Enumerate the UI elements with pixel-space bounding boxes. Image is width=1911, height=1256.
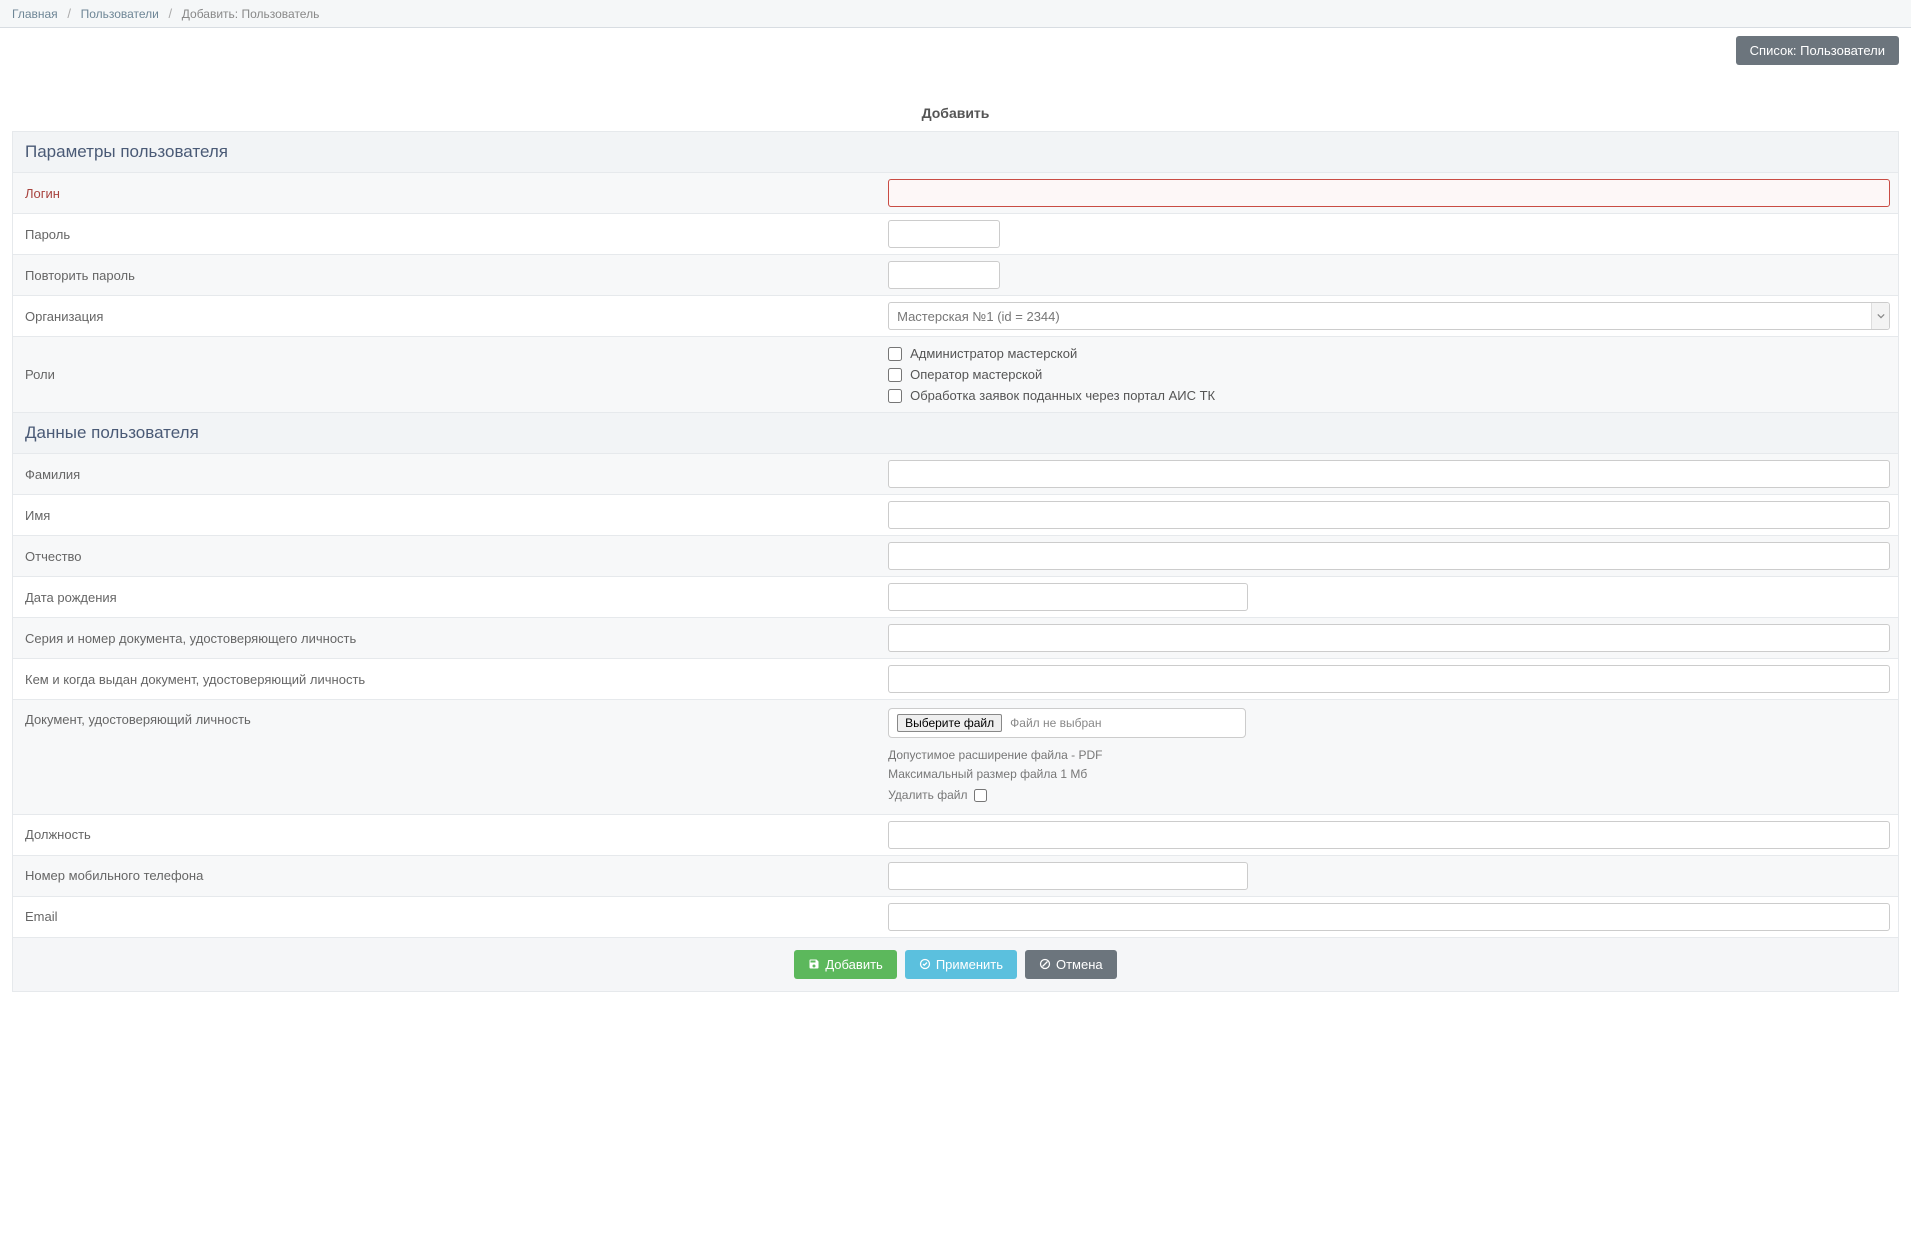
mobile-input[interactable] [888, 862, 1248, 890]
doc-series-input[interactable] [888, 624, 1890, 652]
apply-button-label: Применить [936, 957, 1003, 972]
check-circle-icon [919, 958, 931, 970]
role-admin-checkbox[interactable] [888, 347, 902, 361]
cancel-icon [1039, 958, 1051, 970]
section-user-params-header: Параметры пользователя [12, 131, 1899, 173]
breadcrumb-home[interactable]: Главная [12, 7, 58, 21]
organization-select[interactable]: Мастерская №1 (id = 2344) [888, 302, 1890, 330]
label-position: Должность [13, 818, 880, 851]
login-input[interactable] [888, 179, 1890, 207]
save-icon [808, 958, 820, 970]
label-login: Логин [13, 177, 880, 210]
label-organization: Организация [13, 300, 880, 333]
add-button[interactable]: Добавить [794, 950, 896, 979]
breadcrumb-separator: / [67, 6, 71, 21]
role-operator-label: Оператор мастерской [910, 367, 1042, 382]
label-lastname: Фамилия [13, 458, 880, 491]
label-roles: Роли [13, 358, 880, 391]
email-input[interactable] [888, 903, 1890, 931]
birthdate-input[interactable] [888, 583, 1248, 611]
label-firstname: Имя [13, 499, 880, 532]
label-doc-series: Серия и номер документа, удостоверяющего… [13, 622, 880, 655]
organization-selected-value: Мастерская №1 (id = 2344) [897, 309, 1060, 324]
delete-file-label: Удалить файл [888, 786, 967, 805]
label-doc-issued: Кем и когда выдан документ, удостоверяющ… [13, 663, 880, 696]
password-input[interactable] [888, 220, 1000, 248]
middlename-input[interactable] [888, 542, 1890, 570]
file-hint-extension: Допустимое расширение файла - PDF [888, 746, 1890, 765]
lastname-input[interactable] [888, 460, 1890, 488]
top-actions: Список: Пользователи [12, 36, 1899, 65]
role-admin-label: Администратор мастерской [910, 346, 1077, 361]
role-portal-label: Обработка заявок поданных через портал А… [910, 388, 1215, 403]
role-operator-checkbox[interactable] [888, 368, 902, 382]
breadcrumb-current: Добавить: Пользователь [182, 7, 320, 21]
label-password: Пароль [13, 218, 880, 251]
label-birthdate: Дата рождения [13, 581, 880, 614]
file-input-wrapper: Выберите файл Файл не выбран [888, 708, 1246, 738]
page-title: Добавить [12, 105, 1899, 121]
add-button-label: Добавить [825, 957, 882, 972]
repeat-password-input[interactable] [888, 261, 1000, 289]
file-status-text: Файл не выбран [1010, 716, 1101, 730]
position-input[interactable] [888, 821, 1890, 849]
label-email: Email [13, 900, 880, 933]
section-user-data-header: Данные пользователя [12, 413, 1899, 454]
firstname-input[interactable] [888, 501, 1890, 529]
breadcrumb-separator: / [169, 6, 173, 21]
doc-issued-input[interactable] [888, 665, 1890, 693]
list-users-button[interactable]: Список: Пользователи [1736, 36, 1899, 65]
choose-file-button[interactable]: Выберите файл [897, 714, 1002, 732]
breadcrumb: Главная / Пользователи / Добавить: Польз… [0, 0, 1911, 28]
label-doc-file: Документ, удостоверяющий личность [13, 700, 880, 736]
role-portal-checkbox[interactable] [888, 389, 902, 403]
delete-file-checkbox[interactable] [974, 789, 987, 802]
label-repeat-password: Повторить пароль [13, 259, 880, 292]
file-hint-size: Максимальный размер файла 1 Мб [888, 765, 1890, 784]
label-mobile: Номер мобильного телефона [13, 859, 880, 892]
cancel-button[interactable]: Отмена [1025, 950, 1117, 979]
breadcrumb-users[interactable]: Пользователи [81, 7, 159, 21]
form-footer: Добавить Применить Отмена [12, 938, 1899, 992]
chevron-down-icon [1871, 303, 1889, 329]
cancel-button-label: Отмена [1056, 957, 1103, 972]
apply-button[interactable]: Применить [905, 950, 1017, 979]
label-middlename: Отчество [13, 540, 880, 573]
